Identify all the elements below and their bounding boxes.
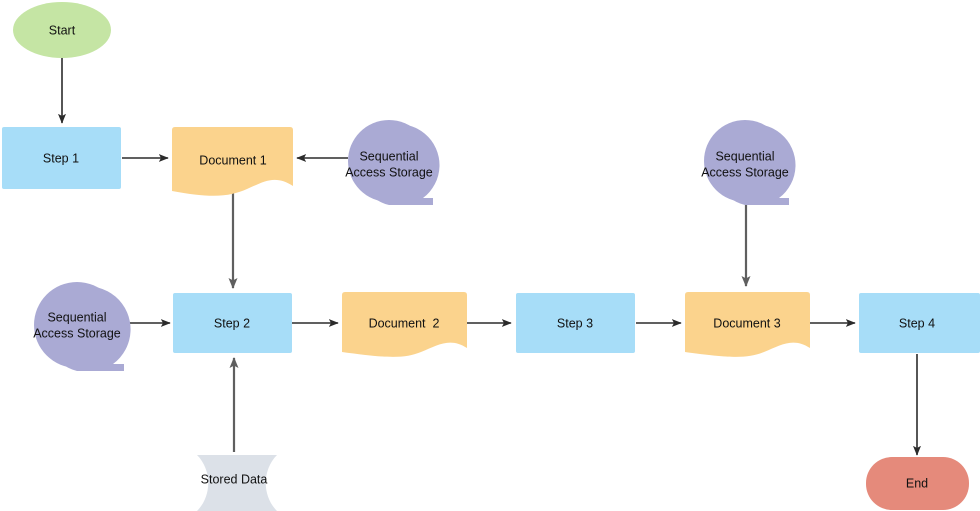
connector-layer	[58, 57, 921, 456]
node-sequential-access-storage-3[interactable]: Sequential Access Storage	[701, 120, 796, 205]
flowchart-canvas: Start Step 1 Document 1 Sequential Acces…	[0, 0, 980, 511]
end-terminator-shape	[866, 457, 969, 510]
node-sequential-access-storage-1[interactable]: Sequential Access Storage	[345, 120, 440, 205]
step2-rect-shape	[173, 293, 292, 353]
node-document-3[interactable]: Document 3	[685, 292, 810, 357]
node-end[interactable]: End	[866, 457, 969, 510]
node-start[interactable]: Start	[13, 2, 111, 58]
document1-shape	[172, 127, 293, 196]
node-step2[interactable]: Step 2	[173, 293, 292, 353]
storage1-circle-shape	[348, 120, 430, 202]
node-document-2[interactable]: Document 2	[342, 292, 467, 357]
node-document-1[interactable]: Document 1	[172, 127, 293, 196]
flowchart-svg: Start Step 1 Document 1 Sequential Acces…	[2, 2, 980, 511]
step1-rect-shape	[2, 127, 121, 189]
node-sequential-access-storage-2[interactable]: Sequential Access Storage	[33, 282, 131, 371]
node-step1[interactable]: Step 1	[2, 127, 121, 189]
node-step4[interactable]: Step 4	[859, 293, 980, 353]
node-stored-data[interactable]: Stored Data	[197, 455, 277, 511]
node-step3[interactable]: Step 3	[516, 293, 635, 353]
step4-rect-shape	[859, 293, 980, 353]
stored-data-shape	[197, 455, 277, 511]
storage3-circle-shape	[704, 120, 786, 202]
storage2-circle-shape	[34, 282, 120, 368]
start-ellipse-shape	[13, 2, 111, 58]
step3-rect-shape	[516, 293, 635, 353]
document2-shape	[342, 292, 467, 357]
document3-shape	[685, 292, 810, 357]
